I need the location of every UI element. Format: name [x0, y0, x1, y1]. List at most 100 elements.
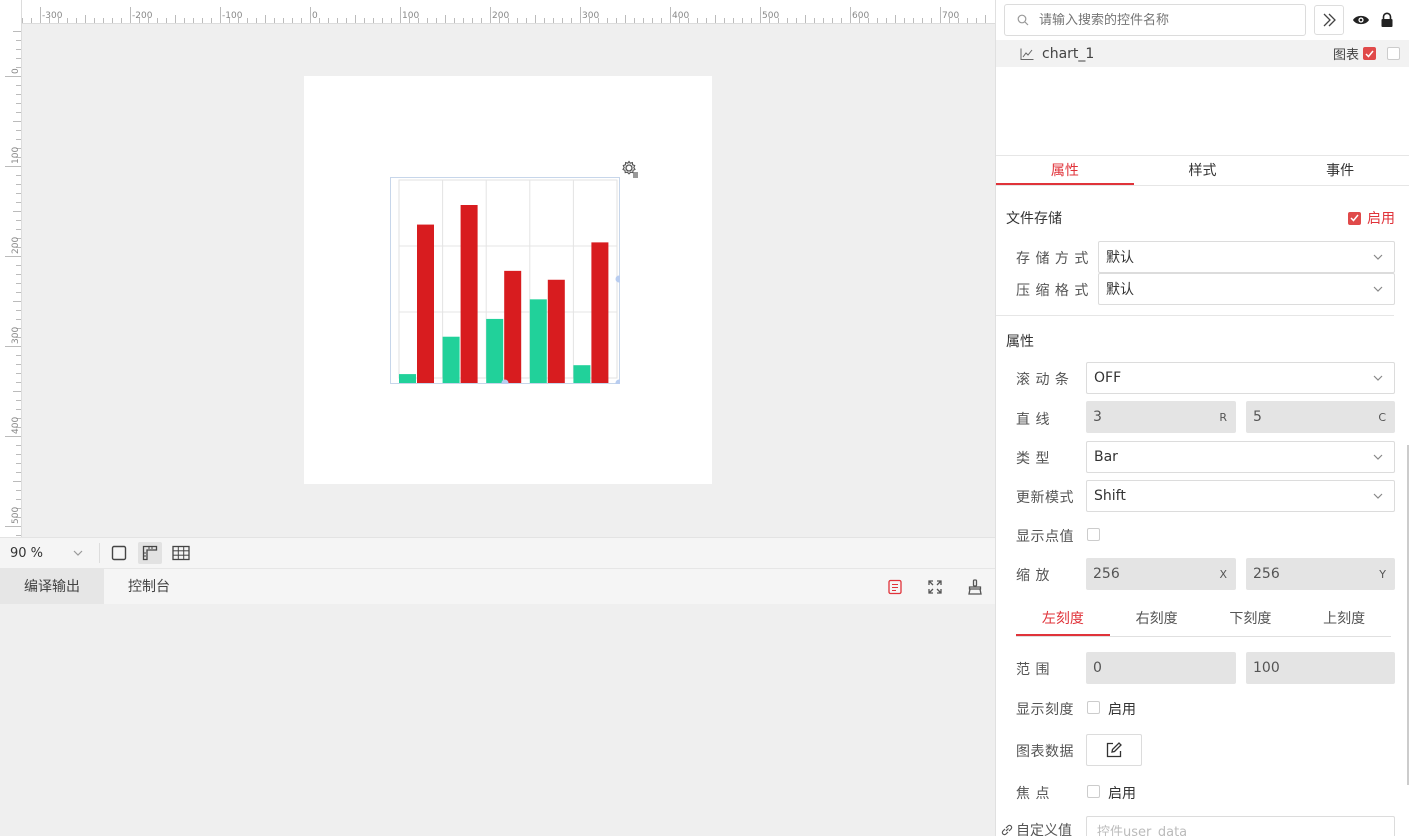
chevron-down-icon — [1373, 454, 1383, 460]
ruler-tick — [16, 400, 21, 401]
canvas-toolbar: 90 % — [0, 537, 995, 568]
ruler-tick — [103, 18, 104, 23]
range-max-input[interactable]: 100 — [1246, 652, 1395, 684]
ruler-toggle-button[interactable] — [138, 542, 162, 564]
chart-icon — [1020, 48, 1034, 60]
ruler-tick — [742, 18, 743, 23]
tab-events[interactable]: 事件 — [1271, 156, 1409, 185]
ruler-tick — [400, 7, 401, 23]
chevron-down-icon — [73, 548, 83, 559]
show-ticks-checkbox[interactable] — [1087, 701, 1100, 714]
ruler-tick — [13, 391, 21, 392]
widget-settings-icon[interactable] — [621, 160, 639, 178]
widget-search-box[interactable] — [1004, 4, 1306, 36]
ruler-tick — [16, 499, 21, 500]
tab-right-scale[interactable]: 右刻度 — [1110, 604, 1204, 636]
ruler-tick — [16, 265, 21, 266]
ruler-tick — [913, 18, 914, 23]
ruler-tick — [16, 490, 21, 491]
ruler-tick — [427, 18, 428, 23]
clear-brush-icon[interactable] — [965, 577, 985, 597]
zoom-select[interactable]: 90 % — [0, 543, 100, 563]
widget-search-row — [1004, 4, 1396, 36]
tab-left-scale[interactable]: 左刻度 — [1016, 604, 1110, 636]
ruler-tick — [16, 535, 21, 536]
ruler-tick — [31, 18, 32, 23]
design-canvas[interactable] — [22, 24, 995, 537]
ruler-tick — [733, 18, 734, 23]
fullscreen-icon[interactable] — [925, 577, 945, 597]
tab-console[interactable]: 控制台 — [104, 569, 194, 605]
ruler-tick — [931, 18, 932, 23]
chart-type-value: Bar — [1094, 449, 1118, 465]
tab-properties[interactable]: 属性 — [996, 156, 1134, 185]
ruler-tick — [5, 256, 21, 257]
chart-bar — [591, 242, 609, 383]
tab-top-scale[interactable]: 上刻度 — [1297, 604, 1391, 636]
ruler-tick — [832, 18, 833, 23]
lock-checkbox[interactable] — [1387, 47, 1400, 60]
focus-checkbox[interactable] — [1087, 785, 1100, 798]
grid-toggle-button[interactable] — [169, 542, 193, 564]
compression-select[interactable]: 默认 — [1098, 273, 1395, 305]
ruler-tick — [472, 18, 473, 23]
zoom-y-suffix: Y — [1379, 567, 1386, 581]
show-points-checkbox[interactable] — [1087, 528, 1100, 541]
ruler-tick — [643, 18, 644, 23]
ruler-tick — [940, 7, 941, 23]
lines-cols-suffix: C — [1378, 410, 1386, 424]
scrollbar-select[interactable]: OFF — [1086, 362, 1395, 394]
tab-compile-output[interactable]: 编译输出 — [0, 568, 104, 605]
widget-search-input[interactable] — [1039, 12, 1279, 28]
ruler-tick — [13, 211, 21, 212]
ruler-tick — [796, 18, 797, 23]
tree-item-chart-1[interactable]: chart_1 图表 — [996, 40, 1409, 67]
lock-icon[interactable] — [1378, 11, 1396, 29]
ruler-left: 0 100 200 300 400 500 — [0, 0, 22, 537]
chart-type-select[interactable]: Bar — [1086, 441, 1395, 473]
scrollbar-label: 滚 动 条 — [1016, 372, 1070, 388]
screen-page[interactable] — [304, 76, 712, 484]
ruler-tick — [895, 15, 896, 23]
lines-rows-input[interactable]: 3 R — [1086, 401, 1236, 433]
eye-icon[interactable] — [1352, 11, 1370, 29]
ruler-tick — [634, 18, 635, 23]
tab-styles[interactable]: 样式 — [1134, 156, 1272, 185]
ruler-tick — [121, 18, 122, 23]
user-data-placeholder: 控件user_data — [1097, 824, 1188, 836]
storage-mode-select[interactable]: 默认 — [1098, 241, 1395, 273]
collapse-panel-button[interactable] — [1314, 5, 1344, 35]
tab-bottom-scale[interactable]: 下刻度 — [1204, 604, 1298, 636]
ruler-label: 200 — [492, 11, 510, 21]
zoom-x-value: 256 — [1093, 566, 1120, 582]
visible-checkbox[interactable] — [1363, 47, 1376, 60]
ruler-tick — [13, 301, 21, 302]
zoom-x-input[interactable]: 256 X — [1086, 558, 1236, 590]
chart-widget[interactable] — [390, 177, 620, 384]
chart-bar — [486, 318, 504, 383]
log-icon[interactable] — [885, 577, 905, 597]
range-max-value: 100 — [1253, 660, 1280, 676]
ruler-tick — [292, 18, 293, 23]
file-storage-checkbox[interactable] — [1348, 211, 1361, 225]
ruler-tick — [16, 139, 21, 140]
fit-frame-button[interactable] — [107, 542, 131, 564]
zoom-y-input[interactable]: 256 Y — [1246, 558, 1395, 590]
focus-enable-label: 启用 — [1108, 786, 1136, 802]
update-mode-select[interactable]: Shift — [1086, 480, 1395, 512]
range-min-input[interactable]: 0 — [1086, 652, 1236, 684]
ruler-label: 500 — [762, 11, 780, 21]
edit-chart-data-button[interactable] — [1086, 734, 1142, 766]
ruler-tick — [16, 85, 21, 86]
ruler-tick — [625, 15, 626, 23]
file-storage-enable[interactable]: 启用 — [1348, 208, 1395, 228]
ruler-tick — [661, 18, 662, 23]
ruler-tick — [22, 18, 23, 23]
scrollbar-value: OFF — [1094, 370, 1122, 386]
user-data-input[interactable]: 控件user_data — [1086, 816, 1395, 836]
ruler-tick — [697, 18, 698, 23]
lines-cols-input[interactable]: 5 C — [1246, 401, 1395, 433]
ruler-tick — [580, 7, 581, 23]
chart-bar — [547, 279, 565, 383]
output-tools — [885, 577, 985, 597]
